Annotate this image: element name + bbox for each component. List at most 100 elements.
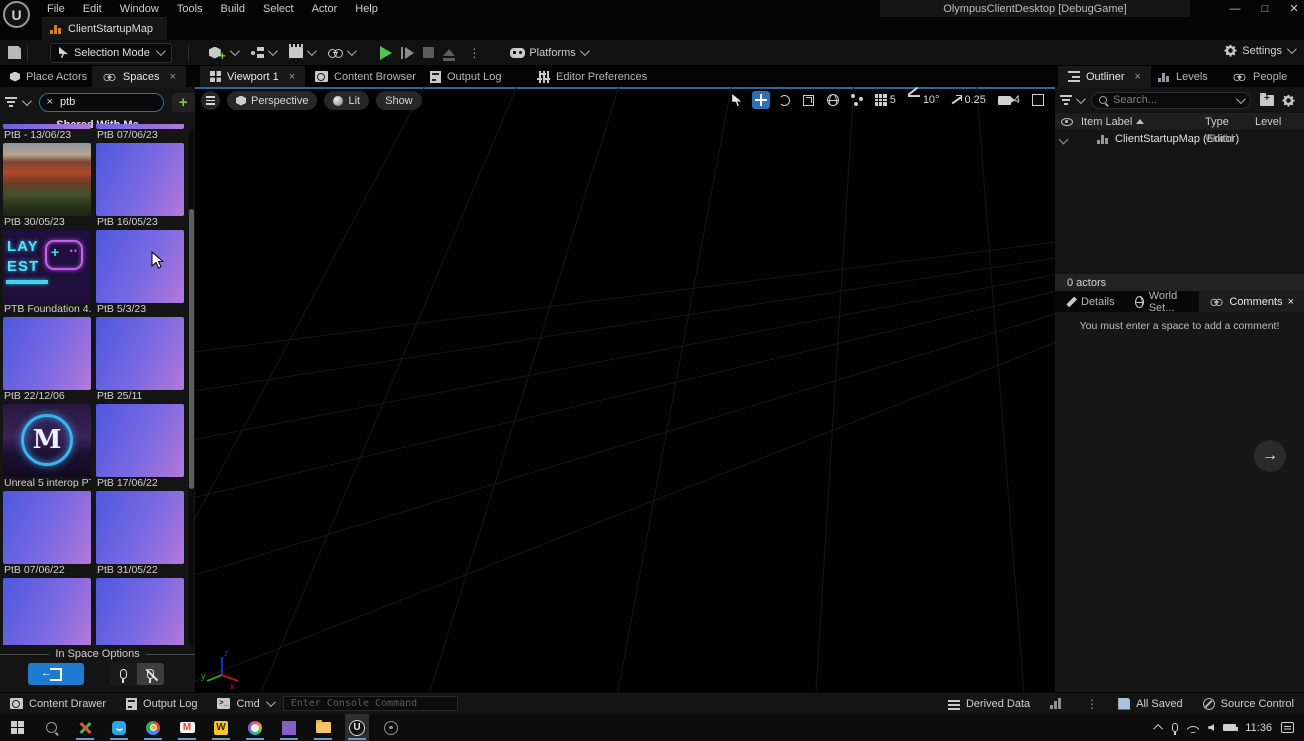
rotation-snap-button[interactable]: 10° <box>905 91 943 109</box>
taskbar-unreal-engine[interactable]: U <box>345 714 369 741</box>
tab-people[interactable]: People <box>1222 66 1297 87</box>
speaker-icon[interactable] <box>1208 724 1214 731</box>
play-button[interactable] <box>380 46 392 60</box>
performance-button[interactable] <box>1040 693 1072 715</box>
space-tile[interactable]: PtB - 13/06/23 <box>3 124 91 143</box>
close-tab-icon[interactable]: × <box>1135 71 1141 83</box>
notification-center-icon[interactable] <box>1281 722 1294 733</box>
space-tile[interactable]: PtB 22/12/06 <box>3 317 91 404</box>
battery-icon[interactable] <box>1223 724 1236 731</box>
menu-tools[interactable]: Tools <box>168 1 212 17</box>
clock[interactable]: 11:36 <box>1245 722 1272 734</box>
all-saved-button[interactable]: All Saved <box>1108 693 1192 715</box>
save-icon[interactable] <box>8 46 21 59</box>
space-tile[interactable]: PtB 17/06/22 <box>96 404 184 491</box>
tab-comments[interactable]: Comments × <box>1199 291 1304 312</box>
add-actor-dropdown[interactable]: + <box>209 43 237 63</box>
chevron-down-icon[interactable] <box>1076 94 1086 104</box>
status-options-button[interactable]: ⋮ <box>1072 693 1108 715</box>
tab-place-actors[interactable]: Place Actors <box>0 66 97 87</box>
space-tile[interactable]: PtB 31/05/22 <box>96 491 184 578</box>
add-space-button[interactable]: + <box>172 93 195 112</box>
outliner-column-header[interactable]: Item Label Type Level <box>1055 113 1304 130</box>
close-tab-icon[interactable]: × <box>289 71 295 83</box>
grid-snap-button[interactable]: 5 <box>872 91 899 109</box>
taskbar-visual-studio[interactable] <box>277 714 301 741</box>
expand-chevron-icon[interactable] <box>1059 134 1069 144</box>
select-tool-button[interactable] <box>728 91 746 109</box>
spaces-search-input[interactable]: × ptb <box>39 93 164 112</box>
menu-select[interactable]: Select <box>254 1 303 17</box>
camera-speed-button[interactable]: 4 <box>995 91 1023 109</box>
start-button[interactable] <box>5 714 29 741</box>
rotate-tool-button[interactable] <box>776 91 794 109</box>
space-tile[interactable]: PtB 5/3/23 <box>96 230 184 317</box>
spaces-scrollbar-thumb[interactable] <box>189 209 194 489</box>
leave-space-button[interactable] <box>28 663 84 685</box>
menu-window[interactable]: Window <box>111 1 168 17</box>
taskbar-app-blue[interactable] <box>107 714 131 741</box>
mic-off-button[interactable] <box>137 663 164 685</box>
tab-levels[interactable]: Levels <box>1148 66 1218 87</box>
taskbar-gmail[interactable]: M <box>175 714 199 741</box>
viewport-options-icon[interactable] <box>201 91 220 110</box>
cmd-dropdown[interactable]: Cmd <box>207 693 282 715</box>
surface-snap-button[interactable] <box>848 91 866 109</box>
taskbar-app-gray[interactable] <box>379 714 403 741</box>
menu-build[interactable]: Build <box>212 1 254 17</box>
minimize-button[interactable]: — <box>1222 0 1248 17</box>
space-tile[interactable]: PtB 25/11 <box>96 317 184 404</box>
taskbar-app-ring[interactable] <box>243 714 267 741</box>
outliner-settings-gear-icon[interactable] <box>1282 94 1295 107</box>
tab-spaces[interactable]: Spaces × <box>92 66 186 87</box>
tray-expand-icon[interactable] <box>1153 724 1163 734</box>
tab-editor-preferences[interactable]: Editor Preferences <box>528 66 657 87</box>
maximize-viewport-button[interactable] <box>1029 91 1047 109</box>
chevron-down-icon[interactable] <box>22 96 32 106</box>
tab-output-log[interactable]: Output Log <box>420 66 511 87</box>
tab-world-settings[interactable]: World Set... <box>1125 291 1200 312</box>
session-link-dropdown[interactable] <box>328 49 354 57</box>
perspective-dropdown[interactable]: Perspective <box>227 91 317 110</box>
menu-file[interactable]: File <box>38 1 74 17</box>
new-folder-icon[interactable] <box>1260 95 1274 106</box>
space-tile[interactable]: PtB 30/05/23 <box>3 143 91 230</box>
menu-actor[interactable]: Actor <box>303 1 347 17</box>
derived-data-button[interactable]: Derived Data <box>938 693 1040 715</box>
cinematics-dropdown[interactable] <box>289 47 314 58</box>
tray-microphone-icon[interactable] <box>1172 723 1178 732</box>
outliner-row-clientstartupmap[interactable]: ClientStartupMap (Editor) World <box>1055 131 1304 147</box>
space-tile[interactable]: PtB 16/05/23 <box>96 143 184 230</box>
selection-mode-dropdown[interactable]: Selection Mode <box>50 43 172 63</box>
outliner-search-input[interactable]: Search... <box>1091 92 1251 109</box>
column-level[interactable]: Level <box>1255 116 1281 128</box>
space-tile[interactable]: LAYESTPTB Foundation 4... <box>3 230 91 317</box>
taskbar-search-button[interactable] <box>39 714 63 741</box>
space-tile[interactable]: PtB 07/06/22 <box>3 491 91 578</box>
space-tile[interactable]: MUnreal 5 interop PTB <box>3 404 91 491</box>
tab-outliner[interactable]: Outliner × <box>1058 66 1151 87</box>
mic-on-button[interactable] <box>110 663 137 685</box>
settings-dropdown[interactable]: Settings <box>1224 44 1294 57</box>
outliner-filter-icon[interactable] <box>1060 95 1072 105</box>
menu-edit[interactable]: Edit <box>74 1 111 17</box>
move-tool-button[interactable] <box>752 91 770 109</box>
column-item-label[interactable]: Item Label <box>1081 116 1132 128</box>
console-command-input[interactable]: Enter Console Command <box>283 696 458 711</box>
viewport-3d[interactable]: Perspective Lit Show 5 10° <box>195 87 1055 692</box>
platforms-dropdown[interactable]: Platforms <box>510 47 586 59</box>
clear-search-icon[interactable]: × <box>47 96 53 108</box>
show-dropdown[interactable]: Show <box>376 91 422 110</box>
frame-skip-button[interactable] <box>401 47 415 59</box>
space-tile[interactable]: PtB 07/06/23 <box>96 124 184 143</box>
tab-viewport-1[interactable]: Viewport 1 × <box>200 66 305 87</box>
restore-button[interactable]: □ <box>1252 0 1278 17</box>
wifi-icon[interactable] <box>1187 723 1199 733</box>
taskbar-app-yellow[interactable]: W <box>209 714 233 741</box>
space-tile[interactable] <box>96 578 184 645</box>
tab-details[interactable]: Details <box>1055 291 1125 312</box>
menu-help[interactable]: Help <box>346 1 387 17</box>
eject-button[interactable] <box>443 49 455 56</box>
close-button[interactable]: ✕ <box>1281 0 1304 17</box>
blueprints-dropdown[interactable] <box>251 47 275 58</box>
